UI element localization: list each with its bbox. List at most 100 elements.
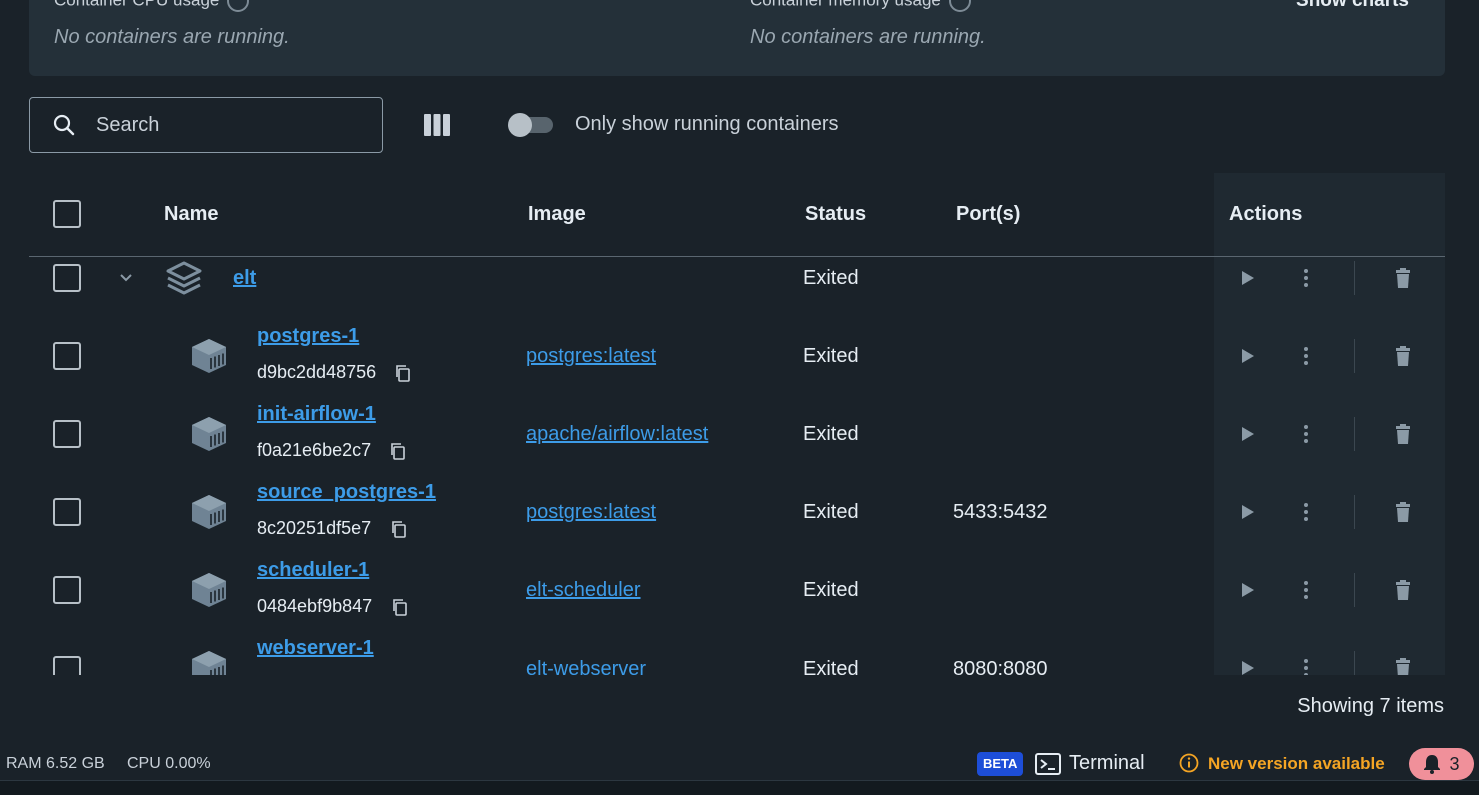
status-text: Exited <box>803 579 859 601</box>
status-text: Exited <box>803 345 859 367</box>
image-link[interactable]: postgres:latest <box>526 345 656 368</box>
actions-divider <box>1354 573 1355 607</box>
copy-icon[interactable] <box>394 364 412 382</box>
status-text: Exited <box>803 423 859 445</box>
running-only-toggle[interactable] <box>508 113 553 137</box>
window-bottom-edge <box>0 780 1479 795</box>
container-icon <box>192 573 226 607</box>
container-name-link[interactable]: source_postgres-1 <box>257 481 436 504</box>
select-all-checkbox[interactable] <box>53 200 81 228</box>
container-id: d9bc2dd48756 <box>257 362 377 382</box>
more-options-icon[interactable] <box>1294 266 1318 290</box>
containers-table: Name Image Status Port(s) Actions elt Ex… <box>29 173 1445 675</box>
container-name-link[interactable]: postgres-1 <box>257 325 359 348</box>
toggle-knob <box>508 113 532 137</box>
notifications-count: 3 <box>1449 753 1460 774</box>
bell-icon <box>1424 755 1441 774</box>
play-icon[interactable] <box>1235 578 1259 602</box>
container-id: f0a21e6be2c7 <box>257 440 372 460</box>
chevron-down-icon[interactable] <box>119 271 133 285</box>
beta-badge: BETA <box>977 752 1024 776</box>
more-options-icon[interactable] <box>1294 422 1318 446</box>
show-charts-button[interactable]: Show charts <box>1296 0 1409 12</box>
running-only-label: Only show running containers <box>575 113 839 135</box>
notifications-button[interactable]: 3 <box>1409 748 1474 780</box>
search-input[interactable] <box>96 113 356 137</box>
cpu-usage-label: Container CPU usage <box>54 0 219 9</box>
image-link[interactable]: apache/airflow:latest <box>526 423 708 446</box>
stack-icon <box>166 261 202 295</box>
table-row[interactable]: init-airflow-1 f0a21e6be2c7 apache/airfl… <box>29 395 1445 473</box>
play-icon[interactable] <box>1235 656 1259 675</box>
container-name-link[interactable]: init-airflow-1 <box>257 403 376 426</box>
table-row[interactable]: elt Exited <box>29 257 1445 299</box>
more-options-icon[interactable] <box>1294 656 1318 675</box>
row-checkbox[interactable] <box>53 264 81 292</box>
actions-divider <box>1354 495 1355 529</box>
search-icon <box>53 114 75 136</box>
image-link[interactable]: elt-webserver <box>526 658 646 675</box>
row-checkbox[interactable] <box>53 498 81 526</box>
row-checkbox[interactable] <box>53 342 81 370</box>
new-version-link[interactable]: New version available <box>1208 754 1385 774</box>
container-id: 8c20251df5e7 <box>257 518 372 538</box>
header-ports[interactable]: Port(s) <box>956 203 1020 226</box>
group-name-link[interactable]: elt <box>233 267 256 290</box>
info-icon <box>1179 753 1199 773</box>
delete-icon[interactable] <box>1391 422 1415 446</box>
terminal-button[interactable]: Terminal <box>1069 752 1145 775</box>
table-row[interactable]: postgres-1 d9bc2dd48756 postgres:latest … <box>29 317 1445 395</box>
table-row[interactable]: source_postgres-1 8c20251df5e7 postgres:… <box>29 473 1445 551</box>
header-status[interactable]: Status <box>805 203 866 226</box>
copy-icon[interactable] <box>389 442 407 460</box>
info-icon[interactable] <box>948 0 971 12</box>
actions-divider <box>1354 417 1355 451</box>
memory-usage-empty: No containers are running. <box>750 26 986 48</box>
ports-text[interactable]: 8080:8080 <box>953 658 1048 675</box>
container-icon <box>192 651 226 675</box>
info-icon[interactable] <box>227 0 250 12</box>
image-link[interactable]: elt-scheduler <box>526 579 641 602</box>
play-icon[interactable] <box>1235 266 1259 290</box>
delete-icon[interactable] <box>1391 578 1415 602</box>
more-options-icon[interactable] <box>1294 344 1318 368</box>
actions-divider <box>1354 651 1355 675</box>
header-image[interactable]: Image <box>528 203 586 226</box>
container-icon <box>192 495 226 529</box>
row-checkbox[interactable] <box>53 656 81 675</box>
container-icon <box>192 339 226 373</box>
more-options-icon[interactable] <box>1294 500 1318 524</box>
columns-icon[interactable] <box>422 112 452 138</box>
status-text: Exited <box>803 658 859 675</box>
ports-text[interactable]: 5433:5432 <box>953 501 1048 524</box>
image-link[interactable]: postgres:latest <box>526 501 656 524</box>
items-count: Showing 7 items <box>1297 695 1444 717</box>
container-id: 0484ebf9b847 <box>257 596 373 616</box>
play-icon[interactable] <box>1235 344 1259 368</box>
copy-icon[interactable] <box>391 598 409 616</box>
table-row[interactable]: webserver-1 elt-webserver Exited 8080:80… <box>29 629 1445 675</box>
actions-divider <box>1354 339 1355 373</box>
play-icon[interactable] <box>1235 500 1259 524</box>
container-name-link[interactable]: webserver-1 <box>257 637 374 660</box>
container-icon <box>192 417 226 451</box>
terminal-icon[interactable] <box>1035 752 1061 776</box>
status-text: Exited <box>803 267 859 289</box>
copy-icon[interactable] <box>390 520 408 538</box>
header-name[interactable]: Name <box>164 203 218 226</box>
more-options-icon[interactable] <box>1294 578 1318 602</box>
containers-view: Container CPU usage No containers are ru… <box>0 0 1479 795</box>
search-box[interactable] <box>29 97 383 153</box>
play-icon[interactable] <box>1235 422 1259 446</box>
delete-icon[interactable] <box>1391 344 1415 368</box>
delete-icon[interactable] <box>1391 656 1415 675</box>
delete-icon[interactable] <box>1391 266 1415 290</box>
row-checkbox[interactable] <box>53 576 81 604</box>
row-checkbox[interactable] <box>53 420 81 448</box>
container-name-link[interactable]: scheduler-1 <box>257 559 369 582</box>
status-text: Exited <box>803 501 859 523</box>
ram-usage: RAM 6.52 GB <box>6 755 105 772</box>
cpu-usage: CPU 0.00% <box>127 755 211 772</box>
table-row[interactable]: scheduler-1 0484ebf9b847 elt-scheduler E… <box>29 551 1445 629</box>
delete-icon[interactable] <box>1391 500 1415 524</box>
